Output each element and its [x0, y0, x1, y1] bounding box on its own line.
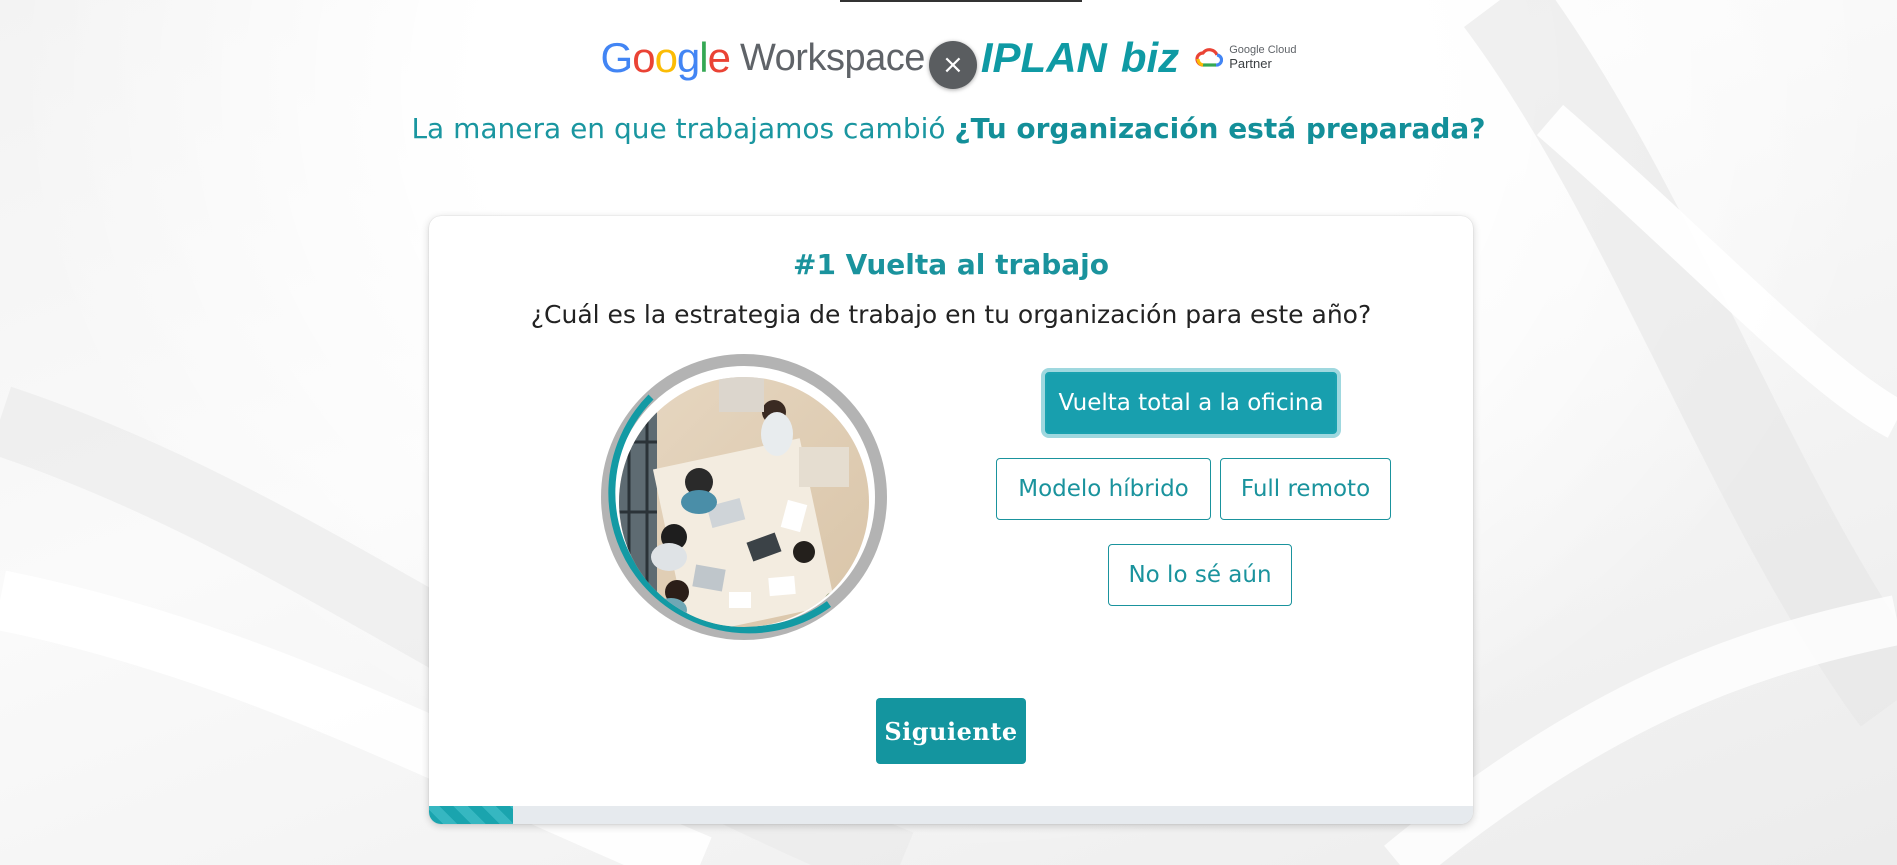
option-no-lo-se[interactable]: No lo sé aún	[1108, 544, 1292, 606]
option-modelo-hibrido[interactable]: Modelo híbrido	[996, 458, 1211, 520]
google-logo: Google	[600, 34, 731, 81]
page-headline: La manera en que trabajamos cambió ¿Tu o…	[0, 112, 1897, 145]
headline-regular: La manera en que trabajamos cambió	[411, 112, 955, 145]
progress-bar	[429, 806, 1473, 824]
progress-bar-fill	[429, 806, 513, 824]
logo-header: Google Workspace × IPLAN biz Google Clou…	[0, 28, 1897, 89]
headline-bold: ¿Tu organización está preparada?	[954, 112, 1486, 145]
next-button[interactable]: Siguiente	[876, 698, 1026, 764]
biz-logo-text: biz	[1120, 34, 1180, 81]
workspace-logo-text: Workspace	[739, 36, 925, 79]
close-button[interactable]: ×	[928, 41, 977, 89]
google-cloud-icon	[1195, 48, 1224, 67]
quiz-title: #1 Vuelta al trabajo	[792, 248, 1109, 281]
iplan-logo-text: IPLAN	[980, 34, 1107, 81]
option-vuelta-total[interactable]: Vuelta total a la oficina	[1045, 372, 1337, 434]
office-photo	[599, 352, 889, 642]
option-full-remoto[interactable]: Full remoto	[1220, 458, 1391, 520]
answer-options: Vuelta total a la oficina Modelo híbrido…	[989, 372, 1391, 632]
top-divider	[840, 0, 1082, 2]
quiz-question: ¿Cuál es la estrategia de trabajo en tu …	[530, 300, 1372, 329]
partner-line-2: Partner	[1229, 55, 1272, 71]
quiz-card: #1 Vuelta al trabajo ¿Cuál es la estrate…	[429, 216, 1473, 824]
google-cloud-partner-badge: Google Cloud Partner	[1195, 45, 1296, 70]
